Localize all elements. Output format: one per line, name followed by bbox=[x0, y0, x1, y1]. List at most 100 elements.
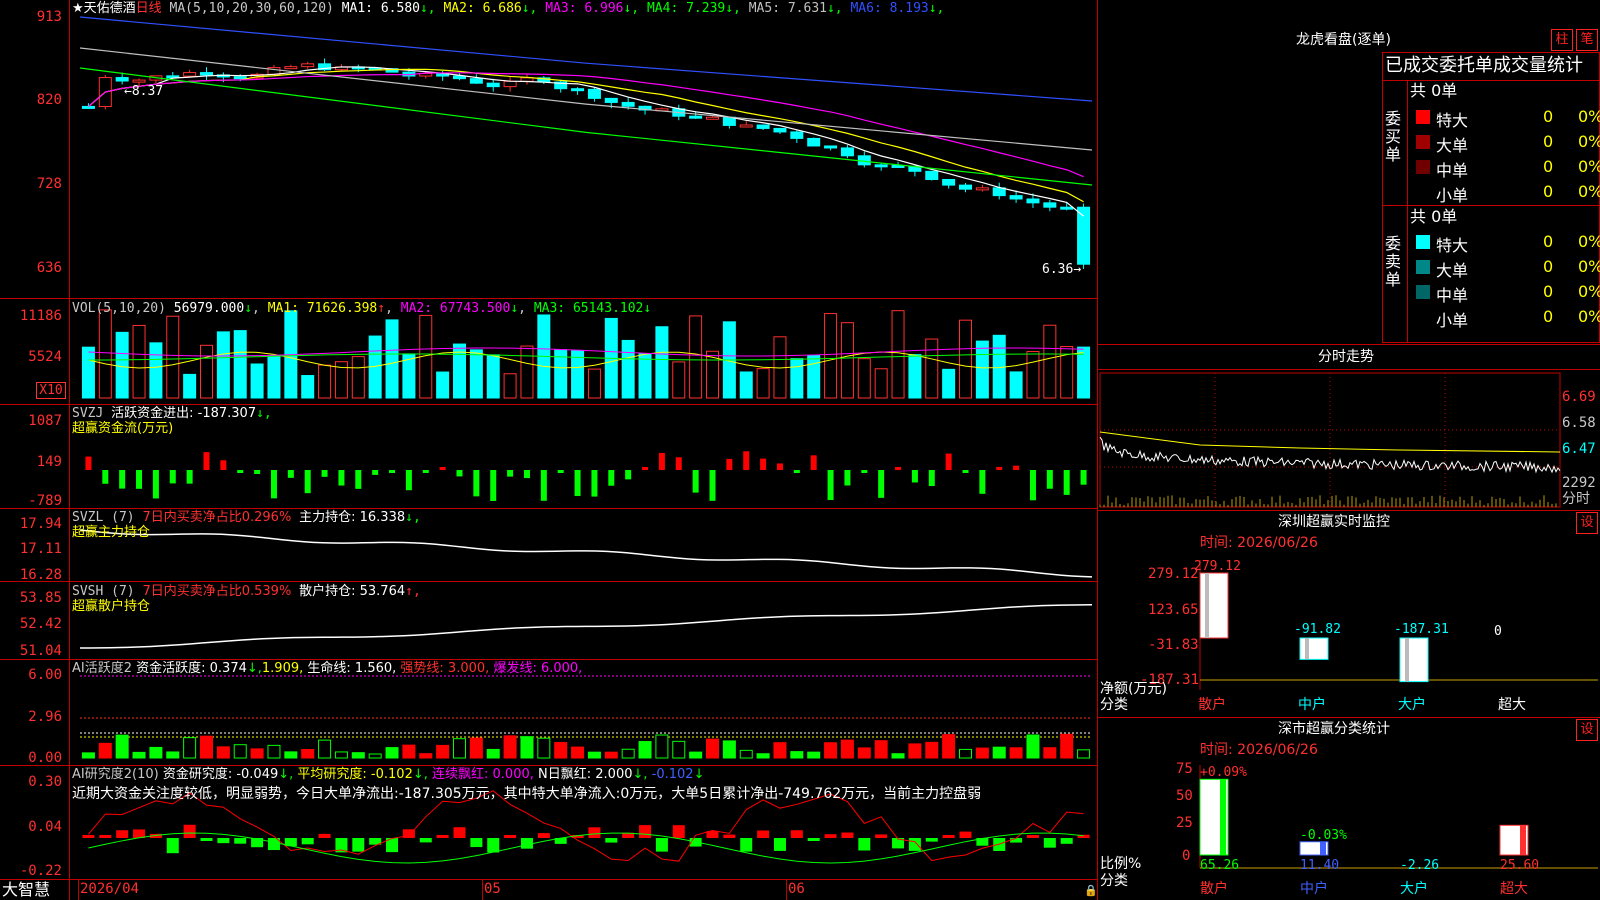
order-type: 小单 bbox=[1436, 186, 1469, 205]
active-bar bbox=[216, 746, 230, 759]
ai-research-comment: 近期大资金关注度较低，明显弱势，今日大单净流出:-187.305万元，其中特大单… bbox=[72, 786, 982, 802]
order-type: 大单 bbox=[1436, 136, 1469, 155]
flow-bar bbox=[456, 470, 463, 477]
chart-canvas[interactable] bbox=[0, 0, 1600, 900]
order-type: 中单 bbox=[1436, 286, 1469, 305]
y-tick: 2.96 bbox=[28, 709, 62, 725]
ai-active-f1-arrow: ↓, bbox=[246, 661, 262, 676]
candle-body bbox=[756, 124, 770, 129]
category-name-label: 超大 bbox=[1500, 881, 1528, 897]
monitor-y-tick: 123.65 bbox=[1148, 602, 1199, 618]
ma-legend-item: MA1: 6.580 bbox=[341, 1, 420, 16]
svsh-title: SVSH (7) bbox=[72, 584, 135, 599]
flow-bar bbox=[304, 470, 311, 494]
order-count: 0 bbox=[1543, 257, 1554, 276]
flow-bar bbox=[642, 467, 649, 470]
active-bar bbox=[132, 751, 146, 759]
flow-bar bbox=[962, 470, 969, 473]
active-bar bbox=[453, 738, 466, 759]
lock-icon[interactable]: 🔒 bbox=[1084, 883, 1098, 898]
flow-bar bbox=[490, 470, 497, 501]
volume-bar bbox=[436, 371, 450, 399]
active-bar bbox=[773, 742, 787, 759]
ai-research-f4-arrow: ↓, bbox=[632, 767, 648, 782]
monitor-label-category: 分类 bbox=[1100, 697, 1128, 713]
volume-bar bbox=[655, 326, 669, 399]
ma-legend: MA1: 6.580↓, MA2: 6.686↓, MA3: 6.996↓, M… bbox=[342, 1, 945, 16]
flow-bar bbox=[1013, 465, 1020, 470]
sell-orders-label: 委卖单 bbox=[1385, 234, 1402, 289]
candle-body bbox=[925, 170, 939, 180]
category-name-label: 散户 bbox=[1200, 881, 1228, 897]
month-tick-05: 05 bbox=[484, 881, 501, 897]
flow-bar bbox=[911, 470, 918, 483]
flow-bar bbox=[439, 467, 446, 470]
active-bar bbox=[1009, 747, 1023, 759]
active-bar bbox=[81, 752, 95, 759]
stroke-mode-button[interactable]: 笔 bbox=[1576, 29, 1598, 51]
volume-unit-badge[interactable]: X10 bbox=[36, 382, 66, 399]
candle-body bbox=[773, 127, 787, 133]
category-y-tick: 75 bbox=[1176, 761, 1193, 777]
intraday-vol-label: 2292 bbox=[1562, 475, 1596, 491]
order-pct: 0% bbox=[1578, 157, 1600, 176]
order-row[interactable]: 大单 0 0% bbox=[1410, 130, 1600, 155]
monitor-label-amount: 净额(万元) bbox=[1100, 681, 1167, 697]
category-label-ratio: 比例% bbox=[1100, 856, 1142, 872]
volume-bar bbox=[1043, 324, 1057, 399]
active-bar bbox=[706, 738, 719, 759]
flow-bar bbox=[861, 470, 868, 473]
monitor-settings-button[interactable]: 设 bbox=[1576, 512, 1598, 534]
candle-body bbox=[739, 124, 753, 128]
vol-ma1-arrow: ↑ bbox=[377, 301, 386, 316]
period-label[interactable]: 日线 bbox=[136, 1, 162, 16]
research-bar bbox=[436, 835, 449, 838]
order-row[interactable]: 中单 0 0% bbox=[1410, 155, 1600, 180]
ai-research-f5: -0.102 bbox=[651, 767, 694, 782]
research-bar bbox=[655, 838, 668, 852]
tick-mark bbox=[482, 880, 483, 900]
ai-active-title: AI活跃度2 bbox=[72, 661, 132, 676]
research-bar bbox=[520, 838, 533, 849]
active-bar bbox=[571, 746, 585, 759]
order-row[interactable]: 特大 0 0% bbox=[1410, 105, 1600, 130]
active-bar bbox=[959, 748, 972, 759]
ai-research-f2: 平均研究度: -0.102 bbox=[297, 767, 413, 782]
active-bar bbox=[604, 751, 618, 759]
monitor-value-label: 0 bbox=[1494, 624, 1502, 639]
volume-bar bbox=[1077, 346, 1091, 399]
volume-bar bbox=[756, 368, 770, 399]
stock-name[interactable]: ★天佑德酒 bbox=[72, 1, 136, 16]
candle-body bbox=[115, 77, 129, 82]
volume-bar bbox=[925, 338, 939, 399]
research-bar bbox=[875, 834, 888, 838]
flow-bar bbox=[557, 470, 564, 473]
column-mode-button[interactable]: 柱 bbox=[1551, 29, 1573, 51]
divider bbox=[1098, 717, 1600, 718]
active-bar bbox=[385, 747, 399, 759]
date-start: 2026/04 bbox=[80, 881, 140, 897]
brand-logo[interactable]: 大智慧 bbox=[2, 881, 50, 899]
volume-bar bbox=[739, 371, 753, 399]
flow-bar bbox=[507, 470, 514, 477]
order-row[interactable]: 大单 0 0% bbox=[1410, 255, 1600, 280]
candle-body bbox=[284, 66, 298, 70]
volume-bar bbox=[790, 358, 804, 399]
vol-ma3: MA3: 65143.102 bbox=[533, 301, 644, 316]
research-bar bbox=[807, 838, 820, 841]
candle-body bbox=[874, 164, 888, 168]
category-settings-button[interactable]: 设 bbox=[1576, 719, 1598, 741]
order-row[interactable]: 小单 0 0% bbox=[1410, 180, 1600, 205]
order-row[interactable]: 特大 0 0% bbox=[1410, 230, 1600, 255]
category-title: 深市超赢分类统计 bbox=[1278, 721, 1390, 737]
order-row[interactable]: 小单 0 0% bbox=[1410, 305, 1600, 330]
volume-bar bbox=[672, 361, 686, 399]
flow-bar bbox=[220, 460, 227, 470]
order-pct: 0% bbox=[1578, 132, 1600, 151]
order-row[interactable]: 中单 0 0% bbox=[1410, 280, 1600, 305]
volume-bar bbox=[840, 322, 854, 399]
y-tick: 913 bbox=[36, 9, 62, 25]
volume-bar bbox=[385, 319, 399, 399]
order-type: 小单 bbox=[1436, 311, 1469, 330]
active-bar bbox=[638, 741, 652, 759]
